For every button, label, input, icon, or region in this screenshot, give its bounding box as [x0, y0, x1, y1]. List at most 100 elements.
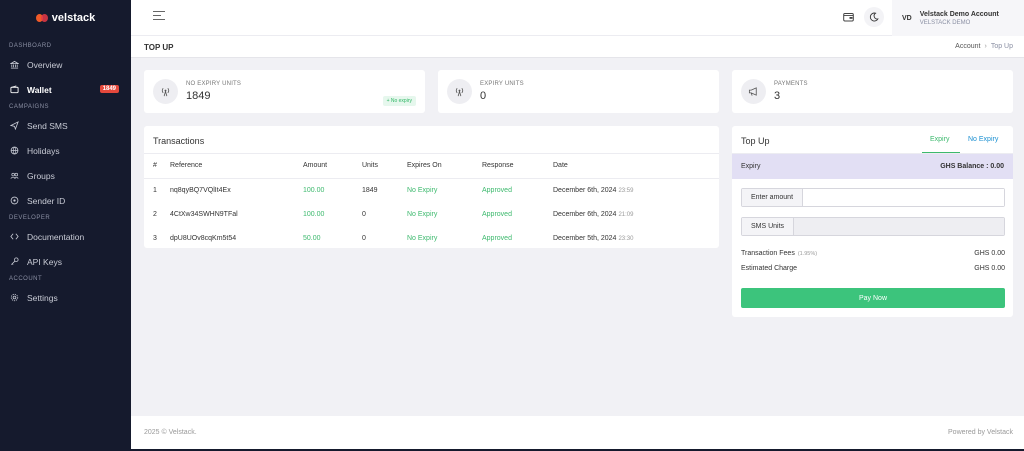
wallet-shortcut-icon[interactable]: [840, 9, 856, 25]
section-label-developer: DEVELOPER: [9, 215, 51, 221]
stat-text: EXPIRY UNITS 0: [480, 81, 524, 102]
cell-date: December 6th, 2024 21:09: [553, 202, 719, 226]
brand-logo[interactable]: velstack: [0, 0, 131, 36]
transactions-table: # Reference Amount Units Expires On Resp…: [144, 154, 719, 250]
footer: 2025 © Velstack. Powered by Velstack: [131, 416, 1024, 449]
estimated-charge-row: Estimated Charge GHS 0.00: [741, 265, 1005, 272]
logo-mark-icon: [35, 14, 48, 22]
cell-index: 2: [153, 210, 157, 218]
cell-response: Approved: [482, 234, 512, 242]
users-icon: [10, 171, 19, 180]
amount-field-group: Enter amount: [741, 188, 1005, 207]
sidebar-item-documentation[interactable]: Documentation: [0, 224, 131, 249]
time-text: 21:09: [618, 211, 634, 218]
cell-response: Approved: [482, 210, 512, 218]
pay-now-button[interactable]: Pay Now: [741, 288, 1005, 308]
page-title-bar: TOP UP Account › Top Up: [131, 36, 1024, 58]
amount-input[interactable]: [803, 189, 1004, 206]
account-menu[interactable]: VD Velstack Demo Account VELSTACK DEMO: [892, 0, 1024, 36]
breadcrumb-current: Top Up: [990, 43, 1013, 50]
sidebar-item-label: Holidays: [27, 145, 60, 156]
key-icon: [10, 257, 19, 266]
tab-no-expiry[interactable]: No Expiry: [968, 136, 998, 143]
stat-value: 3: [774, 90, 781, 102]
cell-response: Approved: [482, 186, 512, 194]
stat-card-no-expiry-units: NO EXPIRY UNITS 1849 + No expiry: [144, 70, 425, 113]
megaphone-icon: [741, 79, 766, 104]
cell-units: 0: [362, 210, 366, 218]
charge-value: GHS 0.00: [974, 265, 1005, 272]
theme-toggle-moon-icon[interactable]: [864, 7, 884, 27]
balance-bar: Expiry GHS Balance : 0.00: [732, 154, 1013, 179]
transaction-fees-row: Transaction Fees (1.95%) GHS 0.00: [741, 250, 1005, 257]
cell-reference: dpU8UOv8cqKm5t54: [170, 234, 237, 242]
avatar: VD: [902, 14, 912, 22]
section-label-campaigns: CAMPAIGNS: [9, 104, 50, 110]
stat-card-expiry-units: EXPIRY UNITS 0: [438, 70, 719, 113]
gear-icon: [10, 293, 19, 302]
no-expiry-chip: + No expiry: [382, 96, 416, 106]
active-tab-indicator: [922, 152, 960, 153]
antenna-icon: [447, 79, 472, 104]
sidebar-item-overview[interactable]: Overview: [0, 52, 131, 77]
brand-name: velstack: [51, 12, 96, 24]
wallet-icon: [10, 85, 19, 94]
time-text: 23:30: [618, 235, 634, 242]
sidebar-item-holidays[interactable]: Holidays: [0, 138, 131, 163]
stat-text: NO EXPIRY UNITS 1849: [186, 81, 241, 102]
tab-expiry[interactable]: Expiry: [930, 136, 949, 143]
column-header: Amount: [303, 154, 362, 179]
breadcrumb-account-link[interactable]: Account: [955, 43, 980, 50]
cell-index: 1: [153, 186, 157, 194]
account-name: Velstack Demo Account: [919, 10, 999, 18]
column-header: Reference: [170, 154, 303, 179]
sidebar-item-groups[interactable]: Groups: [0, 163, 131, 188]
stat-label: EXPIRY UNITS: [480, 81, 524, 87]
column-header: Expires On: [407, 154, 482, 179]
date-text: December 6th, 2024: [553, 210, 617, 218]
cell-index: 3: [153, 234, 157, 242]
cell-date: December 5th, 2024 23:30: [553, 226, 719, 250]
mode-label: Expiry: [741, 163, 761, 170]
sidebar-item-settings[interactable]: Settings: [0, 285, 131, 310]
date-text: December 5th, 2024: [553, 234, 617, 242]
sidebar-item-sender-id[interactable]: Sender ID: [0, 188, 131, 213]
section-label-account: ACCOUNT: [9, 276, 43, 282]
stat-card-payments: PAYMENTS 3: [732, 70, 1013, 113]
table-row[interactable]: 1 nq8qyBQ7VQlIt4Ex 100.00 1849 No Expiry…: [144, 178, 719, 202]
sms-units-input: [794, 218, 1004, 235]
send-icon: [10, 121, 19, 130]
stat-text: PAYMENTS 3: [774, 81, 808, 102]
top-header: VD Velstack Demo Account VELSTACK DEMO: [131, 0, 1024, 36]
section-label-dashboard: DASHBOARD: [9, 43, 52, 49]
code-icon: [10, 232, 19, 241]
cell-expires: No Expiry: [407, 210, 438, 218]
date-text: December 6th, 2024: [553, 186, 617, 194]
cell-units: 0: [362, 234, 366, 242]
menu-toggle-icon[interactable]: [153, 11, 165, 23]
sidebar-item-wallet[interactable]: Wallet 1849: [0, 77, 131, 102]
sidebar-item-label: Wallet: [27, 84, 52, 95]
footer-powered-by: Powered by Velstack: [948, 429, 1013, 436]
cell-date: December 6th, 2024 23:59: [553, 178, 719, 202]
table-row[interactable]: 3 dpU8UOv8cqKm5t54 50.00 0 No Expiry App…: [144, 226, 719, 250]
cell-reference: nq8qyBQ7VQlIt4Ex: [170, 186, 231, 194]
cell-expires: No Expiry: [407, 234, 438, 242]
topup-title: Top Up: [741, 136, 770, 146]
sidebar-item-send-sms[interactable]: Send SMS: [0, 113, 131, 138]
cell-amount: 100.00: [303, 210, 325, 218]
ghs-balance: GHS Balance : 0.00: [940, 163, 1004, 170]
table-row[interactable]: 2 4CtXw34SWHN9TFal 100.00 0 No Expiry Ap…: [144, 202, 719, 226]
topup-header: Top Up Expiry No Expiry: [732, 126, 1013, 154]
column-header: Date: [553, 154, 719, 179]
time-text: 23:59: [618, 187, 634, 194]
cell-reference: 4CtXw34SWHN9TFal: [170, 210, 238, 218]
column-header: Units: [362, 154, 407, 179]
globe-icon: [10, 146, 19, 155]
fees-label-group: Transaction Fees (1.95%): [741, 250, 817, 257]
cell-amount: 100.00: [303, 186, 325, 194]
sidebar-item-api-keys[interactable]: API Keys: [0, 249, 131, 274]
stat-value: 0: [480, 90, 487, 102]
cell-amount: 50.00: [303, 234, 321, 242]
column-header: Response: [482, 154, 553, 179]
